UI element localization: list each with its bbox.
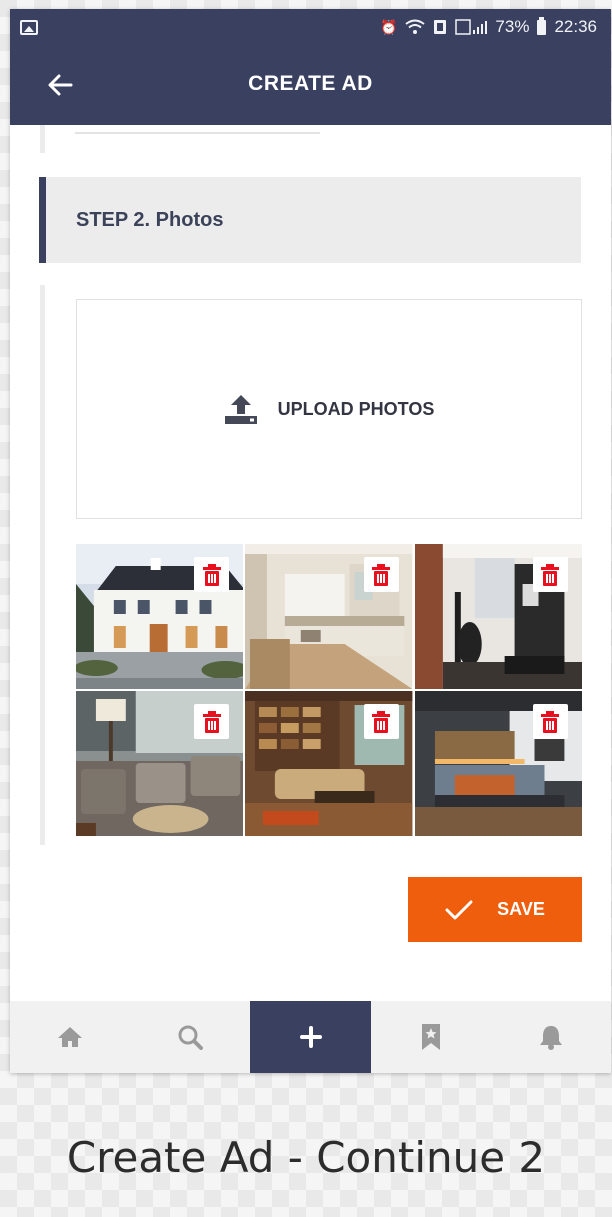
trash-icon	[541, 563, 560, 586]
page-title: CREATE AD	[248, 72, 373, 95]
gallery-icon	[20, 19, 38, 35]
photo-thumbnail[interactable]	[414, 691, 582, 836]
nav-home[interactable]	[10, 1001, 130, 1073]
alarm-icon: ⏰	[379, 19, 398, 35]
wifi-icon	[405, 19, 426, 34]
delete-photo-button[interactable]	[363, 704, 399, 739]
save-button[interactable]: SAVE	[408, 877, 582, 942]
photo-thumbnail[interactable]	[76, 691, 244, 836]
screen-caption: Create Ad - Continue 2	[66, 1133, 546, 1182]
upload-label: UPLOAD PHOTOS	[277, 398, 435, 419]
photo-grid	[76, 544, 582, 836]
home-icon	[58, 1027, 83, 1047]
delete-photo-button[interactable]	[194, 704, 230, 739]
photo-thumbnail[interactable]	[245, 544, 413, 689]
photo-thumbnail[interactable]	[414, 544, 582, 689]
trash-icon	[541, 710, 560, 733]
phone-screen: ⏰ 73% 22:36 CREATE AD STEP 2. Photos UPL…	[10, 9, 611, 1073]
step-title: STEP 2. Photos	[76, 208, 224, 231]
delete-photo-button[interactable]	[532, 557, 568, 592]
photo-thumbnail[interactable]	[76, 544, 244, 689]
nav-add[interactable]	[250, 1001, 371, 1073]
delete-photo-button[interactable]	[363, 557, 399, 592]
bell-icon	[539, 1026, 562, 1050]
save-label: SAVE	[497, 899, 545, 919]
upload-photos-button[interactable]: UPLOAD PHOTOS	[76, 299, 582, 519]
app-bar: CREATE AD	[10, 45, 611, 125]
nav-notifications[interactable]	[491, 1001, 611, 1073]
trash-icon	[202, 710, 221, 733]
trash-icon	[372, 710, 391, 733]
upload-icon	[224, 395, 257, 424]
signal-icon	[455, 19, 488, 35]
plus-icon	[299, 1026, 322, 1048]
bottom-navigation	[10, 1001, 611, 1073]
nav-saved[interactable]	[371, 1001, 491, 1073]
previous-field-underline	[75, 132, 320, 134]
data-icon	[434, 20, 447, 34]
trash-icon	[202, 563, 221, 586]
check-icon	[445, 900, 473, 919]
nav-search[interactable]	[130, 1001, 250, 1073]
step-connector	[40, 285, 45, 845]
delete-photo-button[interactable]	[194, 557, 230, 592]
search-icon	[178, 1025, 204, 1050]
delete-photo-button[interactable]	[532, 704, 568, 739]
battery-percent: 73%	[495, 17, 530, 36]
clock: 22:36	[554, 17, 597, 36]
step-connector	[40, 125, 45, 153]
bookmark-icon	[421, 1024, 440, 1050]
trash-icon	[372, 563, 391, 586]
step-header: STEP 2. Photos	[39, 177, 581, 263]
photo-thumbnail[interactable]	[245, 691, 413, 836]
battery-icon	[537, 16, 547, 35]
status-bar: ⏰ 73% 22:36	[10, 9, 611, 45]
